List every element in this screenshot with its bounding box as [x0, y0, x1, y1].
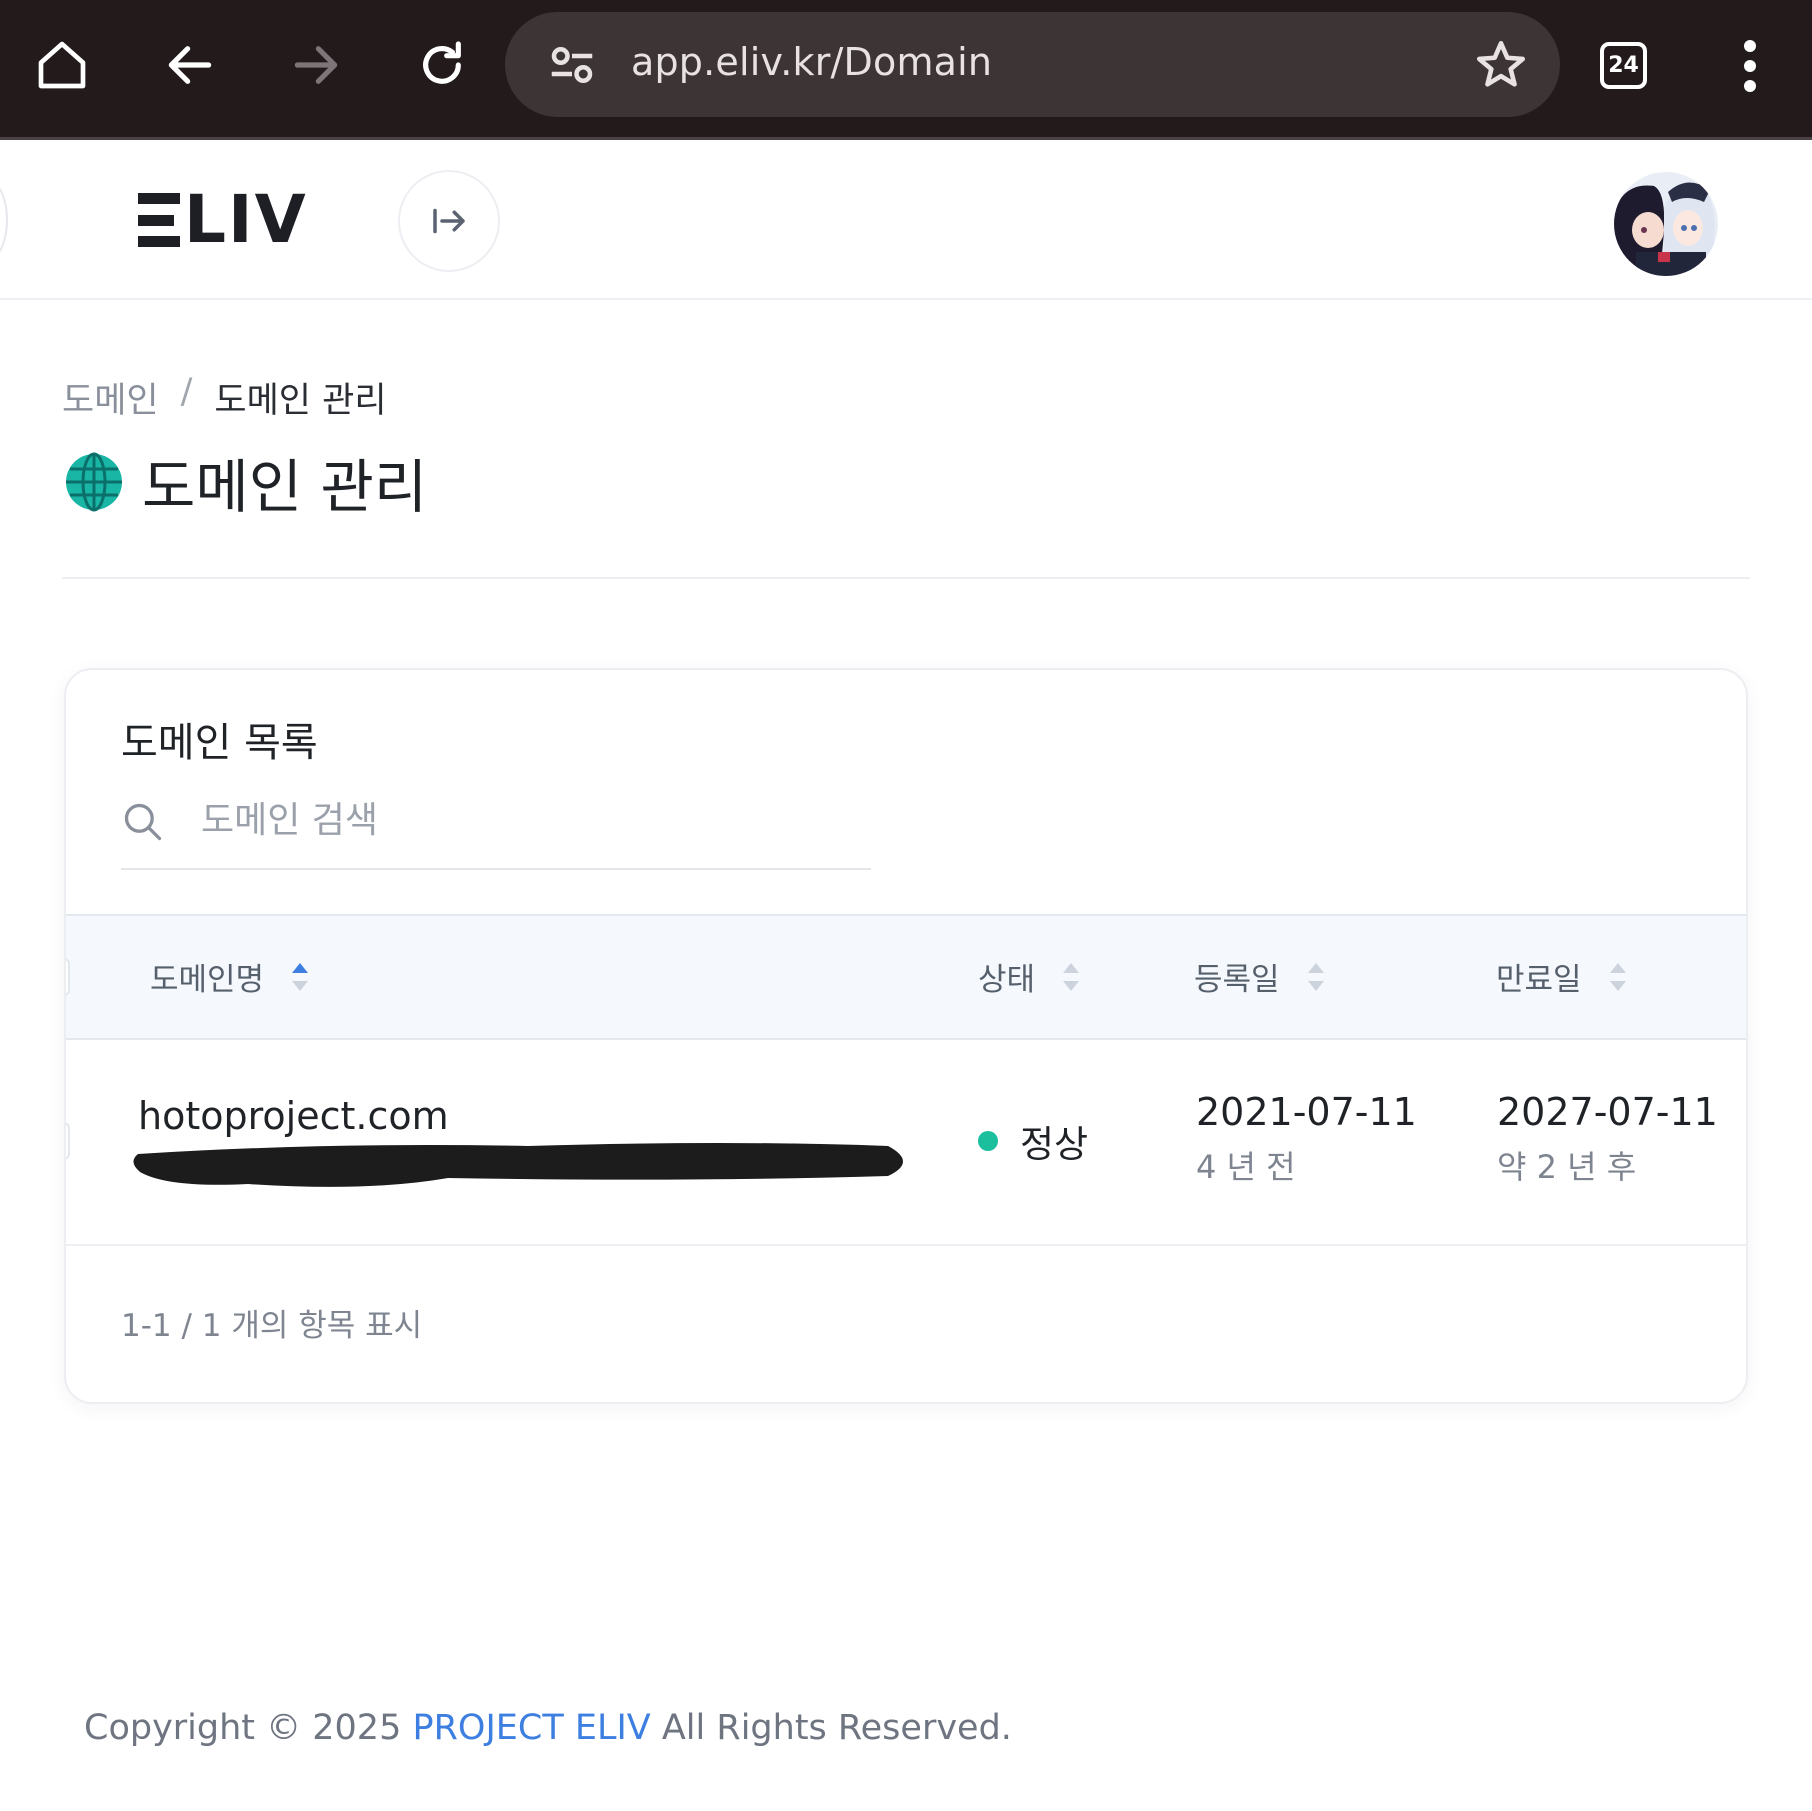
copyright-suffix: All Rights Reserved.	[661, 1708, 1012, 1748]
column-domain-header[interactable]: 도메인명	[150, 954, 310, 999]
page-title: 도메인 관리	[64, 440, 427, 524]
column-domain-label: 도메인명	[150, 962, 265, 998]
registered-relative: 4 년 전	[1196, 1148, 1296, 1186]
browser-toolbar: app.eliv.kr/Domain 24	[0, 0, 1812, 140]
tabs-button[interactable]: 24	[1600, 42, 1647, 89]
address-bar[interactable]: app.eliv.kr/Domain	[505, 12, 1560, 117]
redaction-mark	[133, 1143, 904, 1187]
status-cell: 정상	[978, 1114, 1088, 1168]
expires-relative: 약 2 년 후	[1497, 1148, 1637, 1186]
column-expires-label: 만료일	[1496, 962, 1582, 998]
url-text[interactable]: app.eliv.kr/Domain	[631, 40, 992, 84]
table-header: 도메인명 상태 등록일 만료일	[66, 914, 1746, 1040]
column-status-label: 상태	[978, 962, 1036, 998]
status-ok-dot	[978, 1131, 998, 1151]
card-title: 도메인 목록	[121, 720, 318, 766]
sidebar-edge	[0, 176, 8, 264]
status-text: 정상	[1020, 1123, 1089, 1166]
breadcrumb-separator: /	[180, 372, 193, 412]
select-all-checkbox[interactable]	[66, 958, 70, 996]
sidebar-toggle-button[interactable]	[398, 170, 500, 272]
page-footer: Copyright © 2025 PROJECT ELIV All Rights…	[84, 1708, 1012, 1748]
domain-list-card: 도메인 목록 도메인명 상태 등록일 만료일	[64, 668, 1748, 1404]
app-header: LIV	[0, 140, 1812, 300]
sort-icon[interactable]	[1061, 961, 1081, 993]
logo-e-mark	[138, 193, 180, 247]
copyright-prefix: Copyright © 2025	[84, 1708, 402, 1748]
menu-kebab-icon[interactable]	[1730, 38, 1770, 94]
row-checkbox[interactable]	[66, 1122, 70, 1160]
domain-search-input[interactable]	[201, 790, 851, 850]
search-icon	[124, 803, 162, 841]
expires-date: 2027-07-11	[1497, 1090, 1718, 1134]
user-avatar[interactable]	[1614, 172, 1718, 276]
column-registered-label: 등록일	[1194, 962, 1280, 998]
expires-cell: 2027-07-11 약 2 년 후	[1497, 1090, 1718, 1188]
back-icon[interactable]	[158, 33, 222, 97]
breadcrumb-current: 도메인 관리	[214, 381, 387, 421]
eliv-logo[interactable]: LIV	[138, 181, 308, 258]
column-status-header[interactable]: 상태	[978, 954, 1081, 999]
bookmark-star-icon[interactable]	[1472, 36, 1530, 94]
registered-cell: 2021-07-11 4 년 전	[1196, 1090, 1417, 1188]
table-row[interactable]: hotoproject.com 정상 2021-07-11 4 년 전 2027…	[66, 1040, 1746, 1246]
sort-icon[interactable]	[1306, 961, 1326, 993]
divider	[62, 577, 1750, 579]
site-settings-icon[interactable]	[545, 38, 599, 92]
column-registered-header[interactable]: 등록일	[1194, 954, 1326, 999]
home-icon[interactable]	[30, 33, 94, 97]
breadcrumb-domain-link[interactable]: 도메인	[62, 372, 159, 423]
sort-icon[interactable]	[1608, 961, 1628, 993]
sort-asc-icon[interactable]	[290, 961, 310, 993]
project-eliv-link[interactable]: PROJECT ELIV	[412, 1708, 650, 1748]
globe-icon	[66, 452, 122, 512]
reload-icon[interactable]	[410, 33, 474, 97]
column-expires-header[interactable]: 만료일	[1496, 954, 1628, 999]
registered-date: 2021-07-11	[1196, 1090, 1417, 1134]
expand-arrow-icon	[433, 208, 465, 234]
logo-text: LIV	[184, 181, 308, 258]
table-summary: 1-1 / 1 개의 항목 표시	[121, 1308, 423, 1344]
search-box	[121, 780, 871, 870]
breadcrumb: 도메인 / 도메인 관리	[62, 372, 387, 423]
forward-icon[interactable]	[284, 33, 348, 97]
page-title-text: 도메인 관리	[142, 453, 428, 521]
